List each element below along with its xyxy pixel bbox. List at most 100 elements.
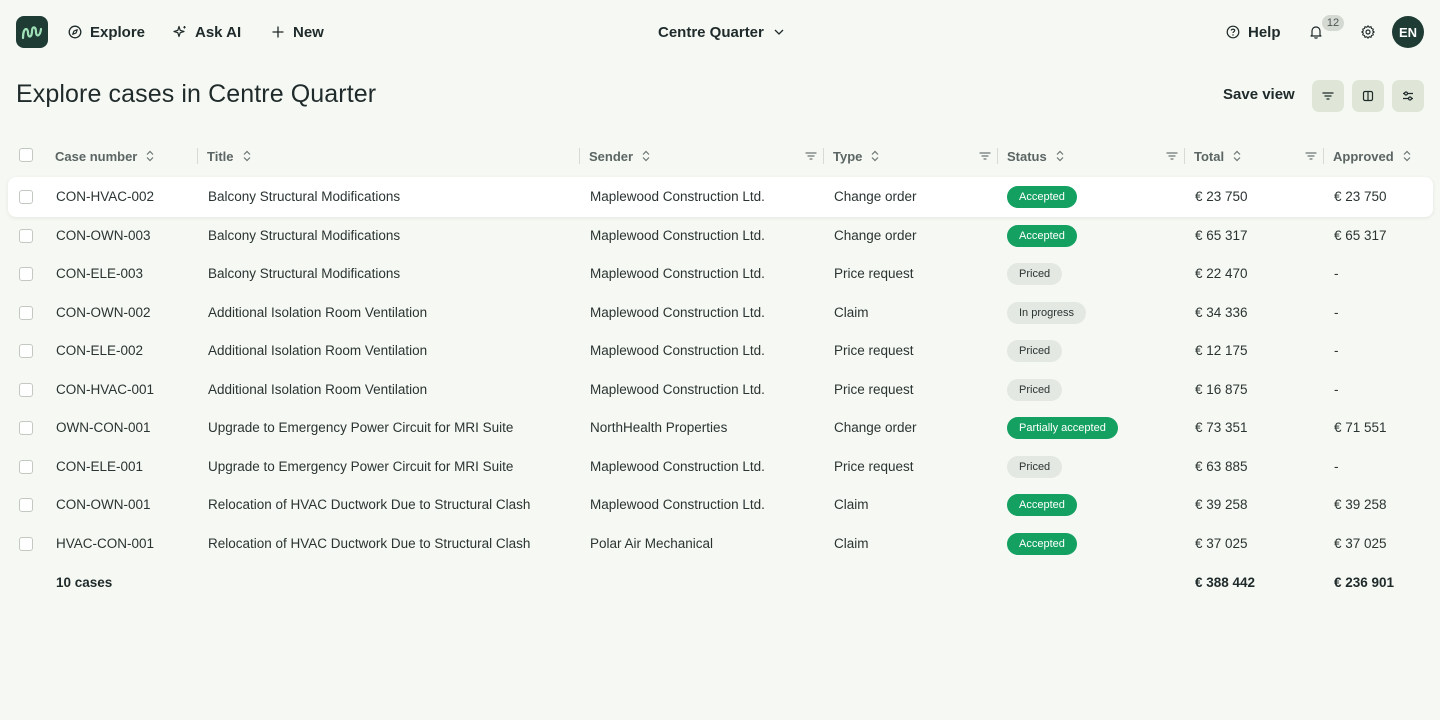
cell-sender: Maplewood Construction Ltd. — [590, 305, 765, 320]
table-row[interactable]: CON-OWN-001 Relocation of HVAC Ductwork D… — [8, 485, 1433, 525]
status-badge: Priced — [1007, 456, 1063, 478]
columns-icon — [1362, 90, 1374, 102]
cell-sender: Maplewood Construction Ltd. — [590, 266, 765, 281]
column-header-approved[interactable]: Approved — [1333, 146, 1412, 166]
column-divider[interactable] — [579, 148, 580, 164]
column-divider[interactable] — [823, 148, 824, 164]
gear-icon[interactable] — [1361, 25, 1375, 39]
nav-ask-ai[interactable]: Ask AI — [173, 20, 241, 44]
nav-new-label: New — [293, 23, 324, 41]
cell-type: Change order — [834, 228, 917, 243]
row-checkbox[interactable] — [19, 229, 33, 243]
cell-title: Balcony Structural Modifications — [208, 189, 401, 204]
table-row[interactable]: HVAC-CON-001 Relocation of HVAC Ductwork … — [8, 524, 1433, 564]
column-filter-icon[interactable] — [804, 149, 818, 163]
columns-button[interactable] — [1352, 80, 1384, 112]
row-checkbox[interactable] — [19, 267, 33, 281]
chevron-down-icon — [774, 29, 784, 35]
nav-explore[interactable]: Explore — [68, 20, 145, 44]
cell-type: Claim — [834, 305, 869, 320]
project-name: Centre Quarter — [658, 23, 764, 41]
status-badge: Accepted — [1007, 186, 1077, 208]
table-row[interactable]: OWN-CON-001 Upgrade to Emergency Power Ci… — [8, 408, 1433, 448]
cell-total: € 63 885 — [1195, 459, 1248, 474]
app-logo[interactable] — [16, 16, 48, 48]
table-row[interactable]: CON-OWN-002 Additional Isolation Room Ven… — [8, 293, 1433, 333]
select-all-checkbox[interactable] — [19, 148, 33, 162]
column-divider[interactable] — [1184, 148, 1185, 164]
column-divider[interactable] — [1323, 148, 1324, 164]
status-badge: Accepted — [1007, 533, 1077, 555]
cell-total: € 34 336 — [1195, 305, 1248, 320]
cell-approved: - — [1334, 305, 1339, 320]
status-badge: Accepted — [1007, 225, 1077, 247]
row-checkbox[interactable] — [19, 460, 33, 474]
row-checkbox[interactable] — [19, 190, 33, 204]
row-checkbox[interactable] — [19, 344, 33, 358]
cell-total: € 22 470 — [1195, 266, 1248, 281]
cell-approved: - — [1334, 343, 1339, 358]
save-view-button[interactable]: Save view — [1223, 86, 1295, 103]
row-checkbox[interactable] — [19, 498, 33, 512]
column-filter-icon[interactable] — [978, 149, 992, 163]
column-header-label: Title — [207, 148, 234, 164]
table-row[interactable]: CON-OWN-003 Balcony Structural Modificati… — [8, 216, 1433, 256]
sort-icon — [243, 150, 250, 162]
status-badge: Priced — [1007, 379, 1063, 401]
cell-title: Additional Isolation Room Ventilation — [208, 343, 428, 358]
cell-approved: € 71 551 — [1334, 420, 1387, 435]
column-header-label: Sender — [589, 148, 634, 164]
settings-sliders-button[interactable] — [1392, 80, 1424, 112]
cell-sender: Maplewood Construction Ltd. — [590, 228, 765, 243]
column-header-case-number[interactable]: Case number — [55, 146, 155, 166]
column-header-type[interactable]: Type — [833, 146, 880, 166]
logo-icon — [21, 26, 43, 40]
row-checkbox[interactable] — [19, 537, 33, 551]
filter-button[interactable] — [1312, 80, 1344, 112]
table-row[interactable]: CON-HVAC-002 Balcony Structural Modificat… — [8, 177, 1433, 217]
table-row[interactable]: CON-ELE-001 Upgrade to Emergency Power Ci… — [8, 447, 1433, 487]
case-count: 10 cases — [56, 575, 113, 590]
column-header-title[interactable]: Title — [207, 146, 252, 166]
cell-case: CON-ELE-001 — [56, 459, 144, 474]
column-header-label: Type — [833, 148, 863, 164]
cell-approved: € 37 025 — [1334, 536, 1387, 551]
cell-total: € 39 258 — [1195, 497, 1248, 512]
row-checkbox[interactable] — [19, 306, 33, 320]
user-avatar[interactable]: EN — [1392, 16, 1424, 48]
cell-case: CON-OWN-001 — [56, 497, 151, 512]
page-title: Explore cases in Centre Quarter — [16, 80, 377, 108]
cell-title: Upgrade to Emergency Power Circuit for M… — [208, 459, 514, 474]
cell-case: CON-ELE-002 — [56, 343, 144, 358]
column-header-total[interactable]: Total — [1194, 146, 1242, 166]
cell-approved: € 39 258 — [1334, 497, 1387, 512]
nav-new[interactable]: New — [271, 20, 324, 44]
nav-explore-label: Explore — [90, 23, 146, 41]
project-switcher[interactable]: Centre Quarter — [658, 20, 786, 44]
cell-title: Balcony Structural Modifications — [208, 266, 401, 281]
cell-total: € 73 351 — [1195, 420, 1248, 435]
cell-sender: Maplewood Construction Ltd. — [590, 459, 765, 474]
cell-case: CON-OWN-003 — [56, 228, 151, 243]
column-divider[interactable] — [197, 148, 198, 164]
bell-icon[interactable] — [1308, 24, 1324, 40]
row-checkbox[interactable] — [19, 421, 33, 435]
table-row[interactable]: CON-HVAC-001 Additional Isolation Room Ve… — [8, 370, 1433, 410]
sort-icon — [1056, 150, 1064, 162]
cell-title: Relocation of HVAC Ductwork Due to Struc… — [208, 536, 531, 551]
table-row[interactable]: CON-ELE-002 Additional Isolation Room Ven… — [8, 331, 1433, 371]
column-header-sender[interactable]: Sender — [589, 146, 651, 166]
help-button[interactable]: Help — [1226, 20, 1281, 44]
row-checkbox[interactable] — [19, 383, 33, 397]
cell-case: HVAC-CON-001 — [56, 536, 155, 551]
column-filter-icon[interactable] — [1304, 149, 1318, 163]
table-row[interactable]: CON-ELE-003 Balcony Structural Modificati… — [8, 254, 1433, 294]
column-header-status[interactable]: Status — [1007, 146, 1065, 166]
plus-icon — [272, 26, 284, 38]
column-divider[interactable] — [997, 148, 998, 164]
cell-approved: € 65 317 — [1334, 228, 1387, 243]
sum-total: € 388 442 — [1195, 575, 1256, 590]
compass-icon — [68, 25, 82, 39]
column-filter-icon[interactable] — [1165, 149, 1179, 163]
notification-count-badge: 12 — [1322, 15, 1344, 31]
